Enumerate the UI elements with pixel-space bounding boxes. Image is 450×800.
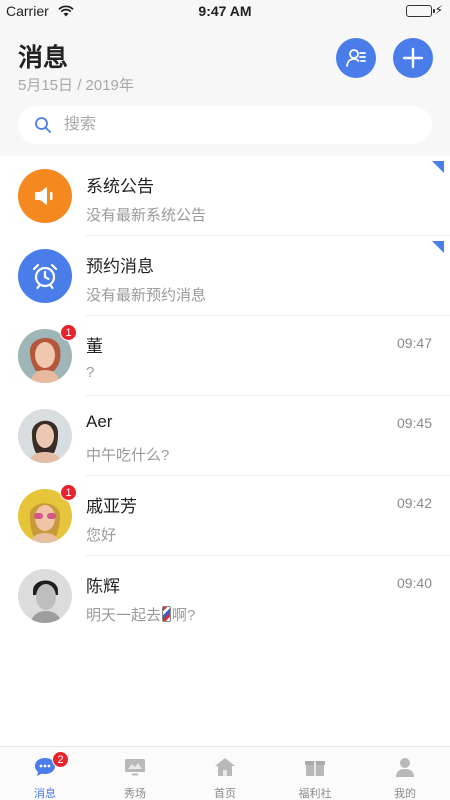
tab-profile[interactable]: 我的 (360, 747, 450, 800)
contacts-icon (346, 49, 366, 67)
search-icon (35, 117, 51, 133)
conversation-name: 预约消息 (86, 257, 154, 276)
conversation-name: 董 (86, 337, 103, 356)
tab-label: 秀场 (124, 788, 146, 800)
conversation-time: 09:40 (396, 575, 432, 591)
tab-label: 福利社 (298, 788, 332, 800)
status-bar: Carrier 9:47 AM ⚡ (0, 0, 450, 22)
tab-label: 消息 (34, 788, 56, 800)
speaker-icon (18, 169, 72, 223)
conversation-preview: 您好 (86, 527, 117, 544)
conversation-item[interactable]: 1 戚亚芳 您好 09:42 (0, 476, 450, 556)
conversation-preview: 明天一起去 啊? (86, 604, 195, 625)
tab-home[interactable]: 首页 (180, 747, 270, 800)
tab-welfare[interactable]: 福利社 (270, 747, 360, 800)
date-label: 5月15日 / 2019年 (18, 77, 134, 94)
conversation-name: Aer (86, 412, 113, 431)
barber-pole-emoji (162, 606, 172, 622)
tab-showroom[interactable]: 秀场 (90, 747, 180, 800)
tab-label: 我的 (394, 788, 416, 800)
conversation-item[interactable]: 1 董 ? 09:47 (0, 316, 450, 396)
tab-messages[interactable]: 2 消息 (0, 747, 90, 800)
screen-icon (125, 759, 145, 776)
alarm-clock-icon (18, 249, 72, 303)
pinned-tag (432, 241, 444, 253)
unread-badge: 1 (60, 324, 77, 341)
conversation-preview: 没有最新预约消息 (86, 287, 207, 304)
conversation-name: 系统公告 (86, 177, 154, 196)
unread-badge: 2 (52, 751, 69, 768)
conversation-name: 陈辉 (86, 577, 120, 596)
header: 消息 5月15日 / 2019年 (0, 22, 450, 156)
add-button[interactable] (393, 38, 433, 78)
conversation-time: 09:45 (396, 415, 432, 431)
home-icon (215, 758, 235, 776)
conversation-item-appointment[interactable]: 预约消息 没有最新预约消息 (0, 236, 450, 316)
conversation-item[interactable]: 陈辉 明天一起去 啊? 09:40 (0, 556, 450, 636)
conversation-preview: 中午吃什么? (86, 447, 170, 464)
preview-text: 明天一起去 (86, 607, 162, 624)
contacts-button[interactable] (336, 38, 376, 78)
search-input[interactable] (64, 113, 404, 137)
conversation-item[interactable]: Aer 中午吃什么? 09:45 (0, 396, 450, 476)
status-time: 9:47 AM (198, 3, 252, 19)
unread-badge: 1 (60, 484, 77, 501)
pinned-tag (432, 161, 444, 173)
profile-icon (396, 758, 414, 777)
search-bar[interactable] (18, 106, 432, 144)
page-title: 消息 (18, 44, 69, 72)
conversation-preview: 没有最新系统公告 (86, 207, 207, 224)
conversation-item-system[interactable]: 系统公告 没有最新系统公告 (0, 156, 450, 236)
charging-icon: ⚡ (434, 3, 443, 17)
battery-icon (406, 5, 435, 17)
avatar (18, 569, 72, 623)
conversation-name: 戚亚芳 (86, 497, 137, 516)
conversation-time: 09:47 (396, 335, 432, 351)
avatar (18, 409, 72, 463)
tab-bar: 2 消息 秀场 首页 福利社 我的 (0, 746, 450, 800)
conversation-preview: ? (86, 364, 95, 381)
gift-icon (305, 761, 325, 776)
plus-icon (402, 47, 424, 69)
tab-label: 首页 (214, 788, 236, 800)
preview-text: 啊? (172, 607, 196, 624)
conversation-list: 系统公告 没有最新系统公告 预约消息 没有最新预约消息 1 董 ? 09:47 … (0, 156, 450, 636)
conversation-time: 09:42 (396, 495, 432, 511)
